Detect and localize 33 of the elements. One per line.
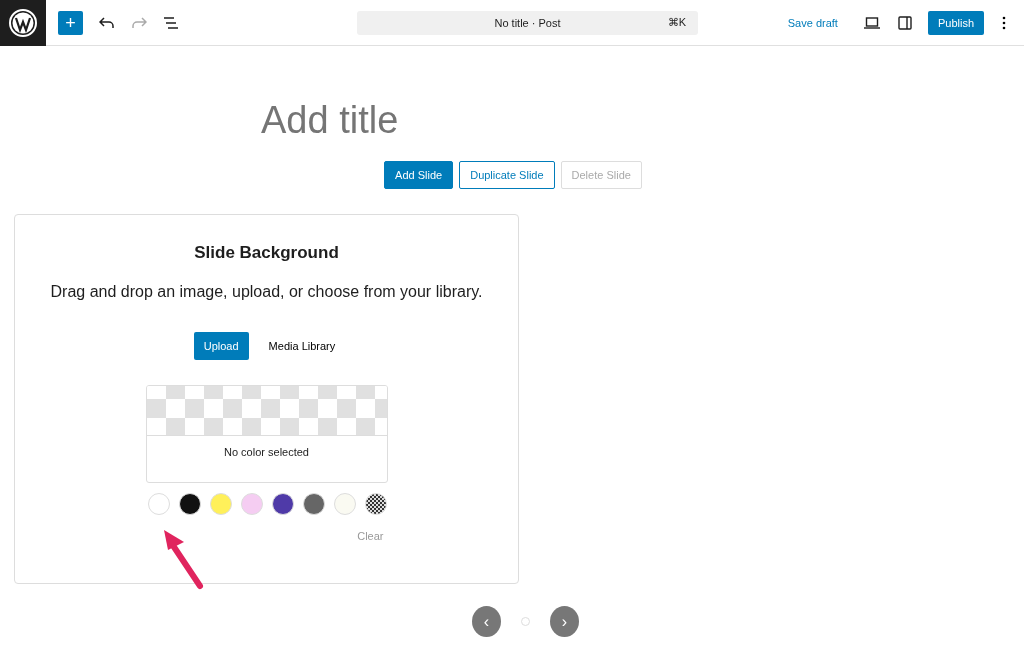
wordpress-logo[interactable] [0,0,46,46]
clear-button[interactable]: Clear [353,530,388,542]
color-swatch[interactable] [333,493,356,515]
save-draft-button[interactable]: Save draft [781,15,844,30]
previous-button[interactable]: ‹ [472,606,501,637]
undo-icon[interactable] [99,16,115,29]
title-placeholder[interactable]: Add title [261,99,1024,145]
preview-label: No color selected [224,446,309,458]
next-button[interactable]: › [550,606,579,637]
color-swatch[interactable] [178,493,201,515]
color-swatch[interactable] [147,493,170,515]
list-view-icon[interactable] [163,16,179,29]
more-options-icon[interactable] [1002,15,1006,30]
wordpress-icon [9,9,37,37]
slide-action-button[interactable]: Add Slide [384,161,454,189]
command-bar[interactable]: No title · Post ⌘K [357,10,698,35]
color-swatch[interactable] [302,493,325,515]
color-swatch[interactable] [271,493,294,515]
color-swatch[interactable] [240,493,263,515]
upload-button[interactable]: Upload [193,332,249,360]
color-swatch[interactable] [364,493,387,515]
sidebar-icon[interactable] [897,15,912,30]
document-title: No title · Post [494,16,561,29]
add-block-button[interactable]: + [58,10,83,35]
laptop-icon[interactable] [863,16,880,29]
card-heading: Slide Background [194,243,339,263]
media-library-button[interactable]: Media Library [262,332,342,360]
annotation-arrow-drawing [164,530,203,589]
slide-action-button[interactable]: Duplicate Slide [459,161,555,189]
publish-button[interactable]: Publish [927,10,984,35]
shortcut-hint: ⌘K [667,16,686,29]
color-swatch[interactable] [209,493,232,515]
instructions-text: Drag and drop an image, upload, or choose from your library. [50,283,483,301]
